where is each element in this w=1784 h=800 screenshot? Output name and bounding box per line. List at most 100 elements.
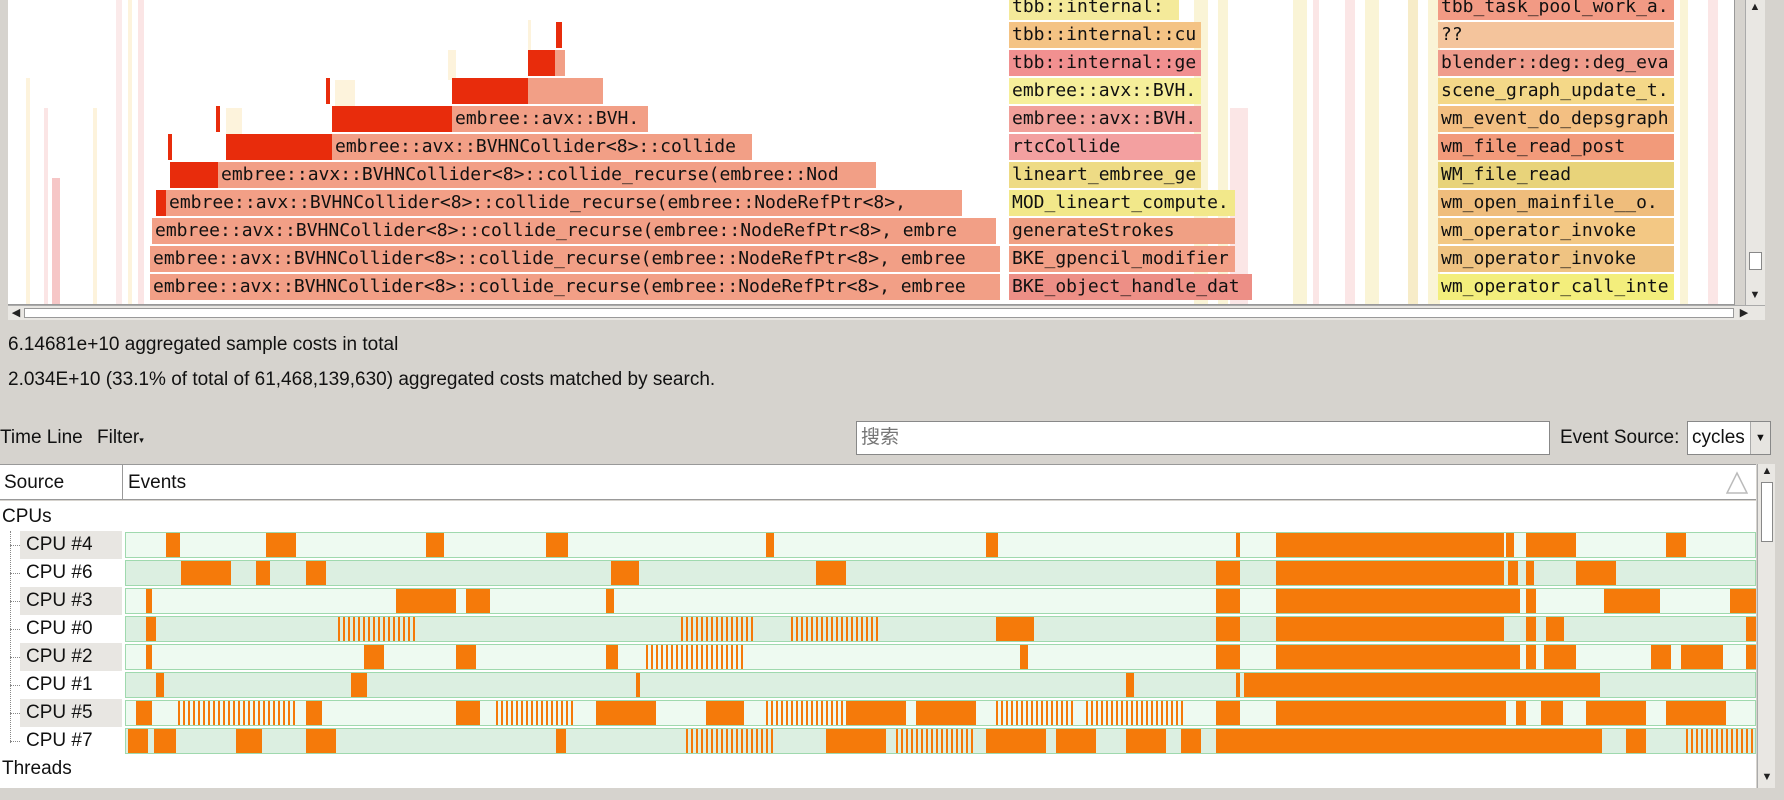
event-bar[interactable] — [716, 729, 718, 753]
event-bar[interactable] — [388, 617, 390, 641]
event-bar[interactable] — [691, 617, 693, 641]
event-bar[interactable] — [1181, 729, 1201, 753]
event-bar[interactable] — [426, 533, 444, 557]
flame-frame[interactable]: embree::avx::BVH. — [452, 106, 648, 132]
event-bar[interactable] — [686, 729, 688, 753]
event-bar[interactable] — [378, 617, 380, 641]
flame-frame[interactable]: ?? — [1438, 22, 1674, 48]
event-bar[interactable] — [1126, 729, 1166, 753]
event-bar[interactable] — [476, 589, 490, 613]
flame-sliver[interactable] — [1313, 0, 1319, 304]
event-bar[interactable] — [841, 701, 843, 725]
event-bar[interactable] — [926, 729, 928, 753]
flame-frame[interactable]: wm_operator_invoke — [1438, 218, 1674, 244]
event-bar[interactable] — [781, 701, 783, 725]
event-bar[interactable] — [661, 645, 663, 669]
timeline-vertical-scrollbar[interactable]: ▲ ▼ — [1757, 464, 1775, 788]
event-bar[interactable] — [198, 701, 200, 725]
event-bar[interactable] — [306, 561, 326, 585]
event-bar[interactable] — [1216, 729, 1602, 753]
event-bar[interactable] — [936, 729, 938, 753]
flame-frame[interactable]: lineart_embree_ge — [1009, 162, 1201, 188]
event-bar[interactable] — [238, 701, 240, 725]
event-bar[interactable] — [826, 701, 828, 725]
event-bar[interactable] — [741, 645, 743, 669]
event-bar[interactable] — [921, 729, 923, 753]
event-bar[interactable] — [1681, 645, 1723, 669]
event-bar[interactable] — [696, 729, 698, 753]
flame-hot-frame[interactable] — [168, 134, 172, 160]
event-bar[interactable] — [916, 729, 918, 753]
event-bar[interactable] — [203, 701, 205, 725]
event-bar[interactable] — [951, 729, 953, 753]
cpu-event-track[interactable] — [125, 700, 1756, 726]
event-bar[interactable] — [636, 673, 640, 697]
event-bar[interactable] — [676, 645, 678, 669]
chevron-down-icon[interactable]: ▼ — [1750, 422, 1770, 454]
event-bar[interactable] — [306, 729, 336, 753]
filter-menu-button[interactable]: Filter▾ — [97, 427, 144, 449]
event-bar[interactable] — [1746, 617, 1756, 641]
event-bar[interactable] — [541, 701, 543, 725]
event-bar[interactable] — [1276, 645, 1520, 669]
event-bar[interactable] — [706, 617, 708, 641]
flame-frame[interactable]: embree::avx::BVHNCollider<8>::collide_re… — [152, 218, 996, 244]
cpu-row-label[interactable]: CPU #2 — [20, 643, 122, 671]
cpu-event-track[interactable] — [125, 616, 1756, 642]
event-bar[interactable] — [1604, 589, 1660, 613]
event-bar[interactable] — [1121, 701, 1123, 725]
event-bar[interactable] — [721, 729, 723, 753]
event-bar[interactable] — [288, 701, 290, 725]
event-bar[interactable] — [248, 701, 250, 725]
flame-sliver[interactable] — [528, 20, 531, 50]
event-bar[interactable] — [651, 645, 653, 669]
flame-frame[interactable]: embree::avx::BVH. — [1009, 78, 1201, 104]
event-bar[interactable] — [701, 645, 703, 669]
event-bar[interactable] — [1056, 701, 1058, 725]
event-bar[interactable] — [306, 701, 322, 725]
flame-frame[interactable]: BKE_gpencil_modifier — [1009, 246, 1235, 272]
event-bar[interactable] — [1706, 729, 1708, 753]
cpu-event-track[interactable] — [125, 672, 1756, 698]
event-bar[interactable] — [986, 533, 998, 557]
cpu-event-track[interactable] — [125, 644, 1756, 670]
flame-sliver[interactable] — [1345, 0, 1355, 304]
event-bar[interactable] — [1716, 729, 1718, 753]
flame-frame[interactable]: wm_operator_invoke — [1438, 246, 1674, 272]
event-bar[interactable] — [771, 729, 773, 753]
event-bar[interactable] — [571, 701, 573, 725]
flame-frame[interactable]: wm_operator_call_inte — [1438, 274, 1674, 300]
event-bar[interactable] — [766, 701, 768, 725]
event-bar[interactable] — [531, 701, 533, 725]
event-bar[interactable] — [551, 701, 553, 725]
flame-horizontal-scrollbar[interactable]: ◀ ▶ — [8, 305, 1765, 320]
event-bar[interactable] — [1216, 561, 1240, 585]
scroll-down-arrow-icon[interactable]: ▼ — [1759, 770, 1775, 785]
event-bar[interactable] — [1071, 701, 1073, 725]
event-bar[interactable] — [771, 701, 773, 725]
event-bar[interactable] — [971, 729, 973, 753]
search-input[interactable] — [856, 421, 1550, 455]
event-bar[interactable] — [1696, 729, 1698, 753]
event-bar[interactable] — [1741, 729, 1743, 753]
event-bar[interactable] — [128, 729, 148, 753]
event-bar[interactable] — [1046, 701, 1048, 725]
cpu-row-label[interactable]: CPU #6 — [20, 559, 122, 587]
event-bar[interactable] — [1216, 701, 1240, 725]
event-bar[interactable] — [896, 729, 898, 753]
flame-sliver[interactable] — [26, 78, 30, 304]
event-bar[interactable] — [816, 617, 818, 641]
flame-frame[interactable]: rtcCollide — [1009, 134, 1201, 160]
event-bar[interactable] — [821, 701, 823, 725]
event-bar[interactable] — [701, 617, 703, 641]
event-bar[interactable] — [826, 617, 828, 641]
event-bar[interactable] — [756, 729, 758, 753]
event-bar[interactable] — [1016, 701, 1018, 725]
event-bar[interactable] — [546, 701, 548, 725]
event-bar[interactable] — [986, 729, 1046, 753]
event-bar[interactable] — [706, 645, 708, 669]
event-bar[interactable] — [383, 617, 385, 641]
flame-sliver[interactable] — [116, 0, 122, 304]
event-bar[interactable] — [746, 617, 748, 641]
event-bar[interactable] — [751, 617, 753, 641]
